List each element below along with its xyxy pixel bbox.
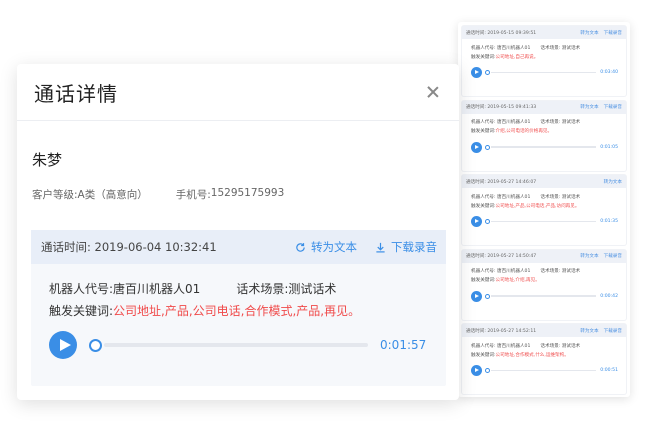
audio-duration: 0:00:51	[600, 368, 618, 373]
list-item-scene: 话术场景: 测试话术	[540, 194, 581, 200]
audio-duration: 0:03:40	[600, 70, 618, 75]
customer-meta: 客户等级: A类（高意向） 手机号: 15295175993	[32, 187, 284, 202]
play-icon[interactable]	[49, 331, 77, 359]
progress-handle[interactable]	[485, 144, 490, 150]
list-item: 通话时间: 2019-05-27 14:52:11 转为文本 下载录音 机器人代…	[462, 324, 626, 394]
customer-level-value: A类（高意向）	[77, 189, 148, 201]
keywords-value: 公司地址,产品,公司电话,合作模式,产品,再见。	[113, 303, 361, 318]
convert-to-text-link[interactable]: 转为文本	[580, 328, 598, 334]
list-item-keywords-label: 触发关键词:	[471, 278, 496, 283]
progress-track[interactable]	[491, 295, 597, 297]
list-item-robot: 机器人代号: 唐百川机器人01	[471, 45, 531, 51]
call-record-card: 通话时间: 2019-06-04 10:32:41 转为文本 下载录音 机器人代…	[31, 230, 446, 386]
list-item-time: 通话时间: 2019-05-27 14:46:07	[466, 179, 537, 185]
convert-to-text-link[interactable]: 转为文本	[580, 253, 598, 259]
modal-header: 通话详情	[17, 64, 459, 121]
audio-duration: 0:01:57	[380, 338, 427, 352]
list-item-scene: 话术场景: 测试话术	[540, 269, 581, 274]
list-item: 通话时间: 2019-05-27 14:50:47 转为文本 下载录音 机器人代…	[462, 249, 626, 320]
list-item-time: 通话时间: 2019-05-27 14:50:47	[466, 254, 537, 259]
phone-label: 手机号:	[175, 189, 211, 201]
convert-to-text-link[interactable]: 转为文本	[604, 179, 622, 185]
list-item-scene: 话术场景: 测试话术	[540, 120, 581, 125]
download-icon	[376, 242, 385, 252]
keywords-label: 触发关键词:	[49, 303, 114, 318]
audio-duration: 0:01:05	[600, 144, 618, 150]
progress-handle[interactable]	[485, 368, 490, 373]
audio-player: 0:00:42	[471, 290, 618, 302]
list-item-keywords-label: 触发关键词:	[471, 203, 496, 209]
close-icon[interactable]	[426, 85, 440, 99]
download-recording-button[interactable]: 下载录音	[375, 239, 437, 255]
download-recording-link[interactable]: 下载录音	[604, 328, 622, 334]
list-item-scene: 话术场景: 测试话术	[540, 45, 581, 51]
call-time-label: 通话时间:	[41, 240, 91, 254]
list-item-robot: 机器人代号: 唐百川机器人01	[471, 194, 531, 200]
scene-label: 话术场景:	[236, 281, 289, 296]
progress-handle[interactable]	[89, 338, 102, 352]
download-recording-link[interactable]: 下载录音	[604, 30, 622, 36]
audio-player: 0:03:40	[471, 67, 618, 78]
list-item-robot: 机器人代号: 唐百川机器人01	[471, 269, 531, 274]
convert-to-text-link[interactable]: 转为文本	[580, 104, 598, 110]
scene-value: 测试话术	[288, 281, 337, 296]
customer-name: 朱梦	[32, 151, 63, 169]
list-item-keywords-label: 触发关键词:	[471, 129, 496, 134]
progress-track[interactable]	[491, 369, 597, 372]
call-record-list: 通话时间: 2019-05-15 09:39:51 转为文本 下载录音 机器人代…	[458, 22, 630, 397]
play-icon[interactable]	[471, 216, 482, 227]
progress-track[interactable]	[491, 146, 597, 148]
robot-value: 唐百川机器人01	[113, 281, 201, 296]
progress-handle[interactable]	[485, 293, 490, 299]
progress-track[interactable]	[491, 71, 597, 74]
list-item-time: 通话时间: 2019-05-27 14:52:11	[466, 328, 537, 334]
call-detail-modal: 通话详情 朱梦 客户等级: A类（高意向） 手机号: 15295175993 通…	[17, 64, 459, 400]
list-item-keywords: 公司地址,介绍,再见。	[495, 278, 540, 283]
list-item-keywords: 公司地址,合作模式,什么,运维架构。	[495, 352, 569, 358]
list-item-keywords-label: 触发关键词:	[471, 54, 496, 60]
progress-handle[interactable]	[485, 70, 490, 75]
audio-player: 0:01:57	[49, 331, 428, 359]
download-recording-link[interactable]: 下载录音	[604, 253, 622, 259]
list-item-robot: 机器人代号: 唐百川机器人01	[471, 343, 531, 349]
play-icon[interactable]	[471, 141, 482, 153]
play-icon[interactable]	[471, 290, 482, 302]
download-recording-link[interactable]: 下载录音	[604, 104, 622, 110]
progress-handle[interactable]	[485, 219, 490, 224]
customer-level-label: 客户等级:	[32, 189, 78, 201]
robot-label: 机器人代号:	[49, 281, 114, 296]
progress-track[interactable]	[104, 343, 368, 347]
play-icon[interactable]	[471, 67, 482, 78]
list-item-keywords: 公司地址,自己再说。	[495, 54, 539, 60]
list-item-keywords: 介绍,公司电话的价格再见。	[495, 129, 553, 134]
audio-duration: 0:00:42	[600, 293, 618, 299]
play-icon[interactable]	[471, 365, 482, 376]
list-item-keywords-label: 触发关键词:	[471, 352, 496, 358]
list-item: 通话时间: 2019-05-27 14:46:07 转为文本 机器人代号: 唐百…	[462, 175, 626, 245]
modal-title: 通话详情	[34, 81, 118, 106]
convert-to-text-label: 转为文本	[311, 240, 357, 254]
download-recording-label: 下载录音	[391, 240, 437, 254]
list-item: 通话时间: 2019-05-15 09:39:51 转为文本 下载录音 机器人代…	[462, 26, 626, 96]
list-item-time: 通话时间: 2019-05-15 09:39:51	[466, 30, 537, 36]
call-record-header: 通话时间: 2019-06-04 10:32:41 转为文本 下载录音	[31, 230, 446, 264]
convert-to-text-link[interactable]: 转为文本	[580, 30, 598, 36]
list-item-robot: 机器人代号: 唐百川机器人01	[471, 120, 531, 125]
list-item-time: 通话时间: 2019-05-15 09:41:33	[466, 105, 537, 110]
call-record-body: 机器人代号: 唐百川机器人01 话术场景: 测试话术 触发关键词: 公司地址,产…	[31, 264, 446, 359]
list-item-keywords: 公司地址,产品,公司电话,产品,访问再见。	[495, 203, 580, 209]
audio-player: 0:00:51	[471, 365, 618, 376]
list-item: 通话时间: 2019-05-15 09:41:33 转为文本 下载录音 机器人代…	[462, 100, 626, 171]
refresh-icon	[296, 242, 305, 252]
list-item-scene: 话术场景: 测试话术	[540, 343, 581, 349]
audio-duration: 0:01:35	[600, 219, 618, 224]
phone-value: 15295175993	[210, 187, 285, 199]
audio-player: 0:01:35	[471, 216, 618, 227]
progress-track[interactable]	[491, 220, 597, 223]
convert-to-text-button[interactable]: 转为文本	[295, 239, 357, 255]
call-time-value: 2019-06-04 10:32:41	[94, 240, 217, 254]
audio-player: 0:01:05	[471, 141, 618, 153]
